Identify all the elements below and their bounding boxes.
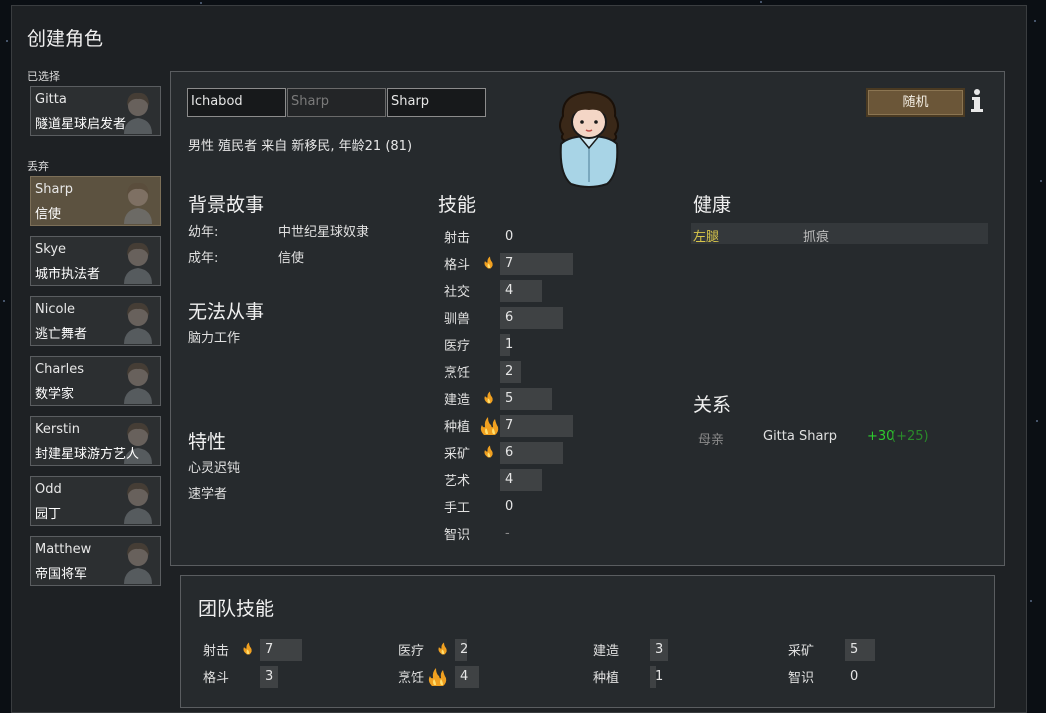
skill-row[interactable] <box>438 225 678 249</box>
pawn-title: 隧道星球启发者 <box>35 117 127 132</box>
team-skill-label: 烹饪 <box>398 671 425 686</box>
pawn-card[interactable]: Nicole 逃亡舞者 <box>30 296 161 346</box>
pawn-avatar <box>559 90 619 188</box>
pawn-name: Matthew <box>35 542 92 557</box>
team-skill-value: 4 <box>460 669 469 684</box>
last-name-field[interactable]: Sharp <box>387 88 486 117</box>
pawn-card[interactable]: Odd 园丁 <box>30 476 161 526</box>
pawn-name: Odd <box>35 482 62 497</box>
pawn-name: Charles <box>35 362 85 377</box>
team-skill-label: 采矿 <box>788 644 815 659</box>
pawn-name: Sharp <box>35 182 74 197</box>
team-skill-value: 0 <box>850 669 859 684</box>
health-body-part: 左腿 <box>693 230 720 245</box>
pawn-name: Gitta <box>35 92 67 107</box>
team-skill-value: 5 <box>850 642 859 657</box>
skill-row[interactable] <box>438 333 678 357</box>
backstory-heading: 背景故事 <box>188 194 265 216</box>
pawn-title: 封建星球游方艺人 <box>35 447 140 462</box>
pawn-title: 数学家 <box>35 387 75 402</box>
pawn-card[interactable]: Skye 城市执法者 <box>30 236 161 286</box>
skill-row[interactable] <box>438 360 678 384</box>
pawn-card[interactable]: Charles 数学家 <box>30 356 161 406</box>
incapable-item[interactable]: 脑力工作 <box>188 327 240 346</box>
skill-row[interactable] <box>438 252 678 276</box>
minor-passion-icon <box>438 642 447 655</box>
skill-row[interactable] <box>438 495 678 519</box>
team-skill-label: 格斗 <box>203 671 230 686</box>
team-skill-value: 3 <box>265 669 274 684</box>
team-skill-value: 3 <box>655 642 664 657</box>
traits-heading: 特性 <box>188 431 227 453</box>
pawn-portrait-icon <box>124 362 152 404</box>
skill-row[interactable] <box>438 468 678 492</box>
info-icon[interactable] <box>968 87 986 113</box>
team-skill-value: 2 <box>460 642 469 657</box>
minor-passion-icon <box>243 642 252 655</box>
team-skills-heading: 团队技能 <box>198 598 275 620</box>
randomize-button[interactable]: 随机 <box>866 88 965 117</box>
chosen-section-label: 已选择 <box>27 70 60 83</box>
trait-item[interactable]: 心灵迟钝 <box>188 457 240 476</box>
first-name-field[interactable]: Ichabod <box>187 88 286 117</box>
pawn-name: Kerstin <box>35 422 80 437</box>
relation-opinion-detail: (+25) <box>891 429 929 444</box>
pawn-title: 信使 <box>35 207 62 222</box>
skill-row[interactable] <box>438 522 678 546</box>
skill-row[interactable] <box>438 279 678 303</box>
left-behind-section-label: 丢弃 <box>27 160 49 173</box>
team-skill-label: 射击 <box>203 644 230 659</box>
skill-row[interactable] <box>438 441 678 465</box>
adulthood-backstory[interactable]: 信使 <box>278 247 304 266</box>
relation-type: 母亲 <box>698 433 725 448</box>
window-title: 创建角色 <box>27 28 104 50</box>
childhood-label: 幼年: <box>188 225 219 240</box>
team-skill-value: 7 <box>265 642 274 657</box>
skill-row[interactable] <box>438 414 678 438</box>
pawn-title: 城市执法者 <box>35 267 101 282</box>
skill-row[interactable] <box>438 387 678 411</box>
pawn-portrait-icon <box>124 302 152 344</box>
pawn-title: 园丁 <box>35 507 62 522</box>
pawn-card[interactable]: Matthew 帝国将军 <box>30 536 161 586</box>
trait-item[interactable]: 速学者 <box>188 483 227 502</box>
nickname-field[interactable]: Sharp <box>287 88 386 117</box>
pawn-portrait-icon <box>124 242 152 284</box>
pawn-title: 逃亡舞者 <box>35 327 88 342</box>
pawn-name: Skye <box>35 242 67 257</box>
team-skill-label: 智识 <box>788 671 815 686</box>
health-row[interactable] <box>691 223 988 244</box>
pawn-portrait-icon <box>124 542 152 584</box>
pawn-card[interactable]: Sharp 信使 <box>30 176 161 226</box>
childhood-backstory[interactable]: 中世纪星球奴隶 <box>278 221 369 240</box>
major-passion-icon <box>428 668 447 686</box>
relations-heading: 关系 <box>693 394 732 416</box>
skill-row[interactable] <box>438 306 678 330</box>
pawn-name: Nicole <box>35 302 76 317</box>
adulthood-label: 成年: <box>188 251 219 266</box>
pawn-title: 帝国将军 <box>35 567 88 582</box>
pawn-card[interactable]: Gitta 隧道星球启发者 <box>30 86 161 136</box>
team-skill-label: 建造 <box>593 644 620 659</box>
team-skill-label: 种植 <box>593 671 620 686</box>
skills-heading: 技能 <box>438 194 477 216</box>
team-skill-value: 1 <box>655 669 664 684</box>
health-heading: 健康 <box>693 194 732 216</box>
pawn-description: 男性 殖民者 来自 新移民, 年龄21 (81) <box>188 139 413 154</box>
health-condition: 抓痕 <box>803 230 830 245</box>
pawn-card[interactable]: Kerstin 封建星球游方艺人 <box>30 416 161 466</box>
team-skill-label: 医疗 <box>398 644 425 659</box>
incapable-heading: 无法从事 <box>188 301 265 323</box>
pawn-portrait-icon <box>124 182 152 224</box>
pawn-portrait-icon <box>124 482 152 524</box>
relation-name[interactable]: Gitta Sharp <box>763 429 837 444</box>
